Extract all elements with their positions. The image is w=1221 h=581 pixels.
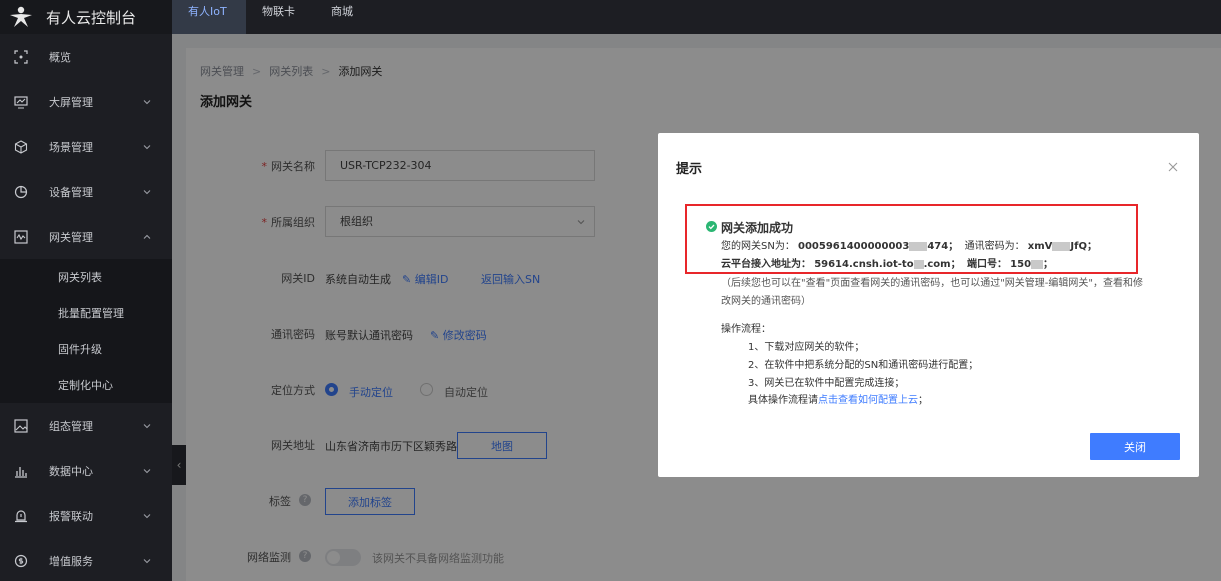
screen-icon — [14, 95, 28, 109]
sidebar-item-device[interactable]: 设备管理 — [0, 169, 172, 214]
sidebar-item-screen[interactable]: 大屏管理 — [0, 79, 172, 124]
success-dialog: 提示 网关添加成功 您的网关SN为： 0005961400000003 474； … — [658, 133, 1199, 477]
sidebar-item-scene[interactable]: 场景管理 — [0, 124, 172, 169]
success-icon — [706, 221, 717, 232]
chevron-down-icon — [143, 144, 151, 149]
tab-mall[interactable]: 商城 — [331, 0, 371, 34]
sidebar-item-data-center[interactable]: 数据中心 — [0, 448, 172, 493]
sidebar-item-label: 数据中心 — [49, 464, 93, 478]
sidebar-subitem-batch-config[interactable]: 批量配置管理 — [0, 295, 172, 331]
note-line-1: （后续您也可以在"查看"页面查看网关的通讯密码，也可以通过"网关管理-编辑网关"… — [721, 278, 1144, 289]
gateway-icon — [14, 229, 28, 244]
flow-step-1: 1、下载对应网关的软件； — [748, 342, 865, 353]
sidebar-item-overview[interactable]: 概览 — [0, 34, 172, 79]
sidebar-subitem-firmware[interactable]: 固件升级 — [0, 331, 172, 367]
sidebar-item-label: 报警联动 — [49, 509, 93, 523]
alarm-icon — [15, 509, 27, 522]
image-icon — [14, 418, 28, 433]
pie-icon — [14, 185, 28, 198]
success-title: 网关添加成功 — [721, 221, 794, 235]
note-line-2: 改网关的通讯密码） — [721, 296, 811, 307]
chevron-down-icon — [143, 423, 151, 428]
close-icon[interactable] — [1167, 161, 1179, 173]
redaction-mark — [913, 259, 924, 269]
sn-line: 您的网关SN为： 0005961400000003 474； 通讯密码为： xmV… — [721, 241, 1097, 252]
sidebar-item-value-added[interactable]: 增值服务 — [0, 538, 172, 581]
flow-step-2: 2、在软件中把系统分配的SN和通讯密码进行配置； — [748, 360, 979, 371]
sidebar-item-label: 设备管理 — [49, 185, 93, 199]
sidebar-item-gateway[interactable]: 网关管理 — [0, 214, 172, 259]
chevron-up-icon — [143, 234, 151, 239]
tab-iot-card[interactable]: 物联卡 — [262, 0, 312, 34]
sidebar-item-alarm[interactable]: 报警联动 — [0, 493, 172, 538]
overview-icon — [14, 49, 28, 64]
chevron-down-icon — [143, 513, 151, 518]
sidebar-item-label: 概览 — [49, 50, 71, 64]
tab-youren-iot[interactable]: 有人IoT — [172, 0, 246, 34]
chevron-down-icon — [143, 468, 151, 473]
sidebar-item-label: 场景管理 — [49, 140, 93, 154]
close-button[interactable]: 关闭 — [1090, 433, 1180, 460]
sidebar-item-label: 增值服务 — [49, 554, 93, 568]
app-logo[interactable]: 有人云控制台 — [0, 0, 172, 34]
app-title: 有人云控制台 — [46, 8, 137, 27]
logo-icon — [8, 6, 34, 28]
dollar-icon — [14, 554, 28, 567]
redaction-mark — [1052, 241, 1071, 251]
flow-detail: 具体操作流程请点击查看如何配置上云； — [748, 395, 928, 406]
flow-title: 操作流程： — [721, 324, 771, 335]
sidebar-subitem-custom-center[interactable]: 定制化中心 — [0, 367, 172, 403]
bar-icon — [15, 466, 27, 478]
address-line: 云平台接入地址为： 59614.cnsh.iot-to .com； 端口号： 15… — [721, 259, 1054, 270]
config-guide-link[interactable]: 点击查看如何配置上云 — [818, 395, 918, 406]
redaction-mark — [1031, 259, 1044, 269]
sidebar-subitem-gateway-list[interactable]: 网关列表 — [0, 259, 172, 295]
flow-step-3: 3、网关已在软件中配置完成连接； — [748, 378, 905, 389]
redaction-mark — [909, 241, 928, 251]
chevron-down-icon — [143, 558, 151, 563]
sidebar-item-config[interactable]: 组态管理 — [0, 403, 172, 448]
sidebar-item-label: 网关管理 — [49, 230, 93, 244]
chevron-down-icon — [143, 189, 151, 194]
chevron-down-icon — [143, 99, 151, 104]
dialog-title: 提示 — [676, 162, 703, 177]
sidebar-item-label: 大屏管理 — [49, 95, 93, 109]
sidebar-item-label: 组态管理 — [49, 419, 93, 433]
cube-icon — [14, 139, 28, 154]
